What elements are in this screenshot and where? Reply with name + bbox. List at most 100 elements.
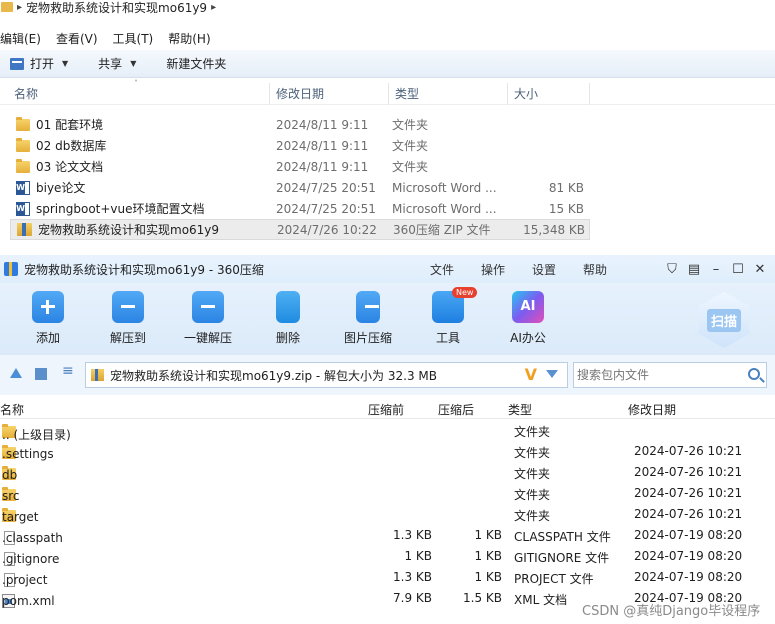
archive-path-text: 宠物救助系统设计和实现mo61y9.zip - 解包大小为 32.3 MB xyxy=(110,368,437,383)
file-type: Microsoft Word ... xyxy=(392,180,497,195)
file-row[interactable]: 01 配套环境 2024/8/11 9:11 文件夹 xyxy=(10,114,590,135)
explorer-address-bar[interactable]: ▸ 宠物救助系统设计和实现mo61y9 ▸ xyxy=(0,0,775,16)
archive-item-type: PROJECT 文件 xyxy=(514,572,594,586)
menu-tools[interactable]: 工具(T) xyxy=(113,30,154,47)
archive-item-original-size: 1 KB xyxy=(474,549,502,563)
column-header-type[interactable]: 类型 xyxy=(508,401,532,418)
add-button[interactable]: 添加 xyxy=(13,291,83,346)
tools-button[interactable]: 工具 xyxy=(413,291,483,346)
folder-icon xyxy=(16,158,30,173)
file-row[interactable]: biye论文 2024/7/25 20:51 Microsoft Word ... 8… xyxy=(10,177,590,198)
extract-to-label: 解压到 xyxy=(109,331,146,345)
up-arrow-icon[interactable] xyxy=(10,368,22,378)
file-row[interactable]: 02 db数据库 2024/8/11 9:11 文件夹 xyxy=(10,135,590,156)
ai-office-button[interactable]: AI AI办公 xyxy=(493,291,563,346)
column-header-type[interactable]: 类型 xyxy=(389,82,508,105)
archive-row[interactable]: src 文件夹 2024-07-26 10:21 xyxy=(0,483,775,504)
open-icon xyxy=(10,57,24,70)
trash-icon xyxy=(276,291,300,323)
file-row[interactable]: springboot+vue环境配置文档 2024/7/25 20:51 Micro… xyxy=(10,198,590,219)
column-header-date[interactable]: 修改日期 xyxy=(628,401,676,418)
file-name-text: biye论文 xyxy=(36,181,86,195)
folder-icon xyxy=(1,2,13,12)
extract-icon xyxy=(112,291,144,323)
archive-item-date: 2024-07-26 10:21 xyxy=(634,507,743,521)
file-date: 2024/7/25 20:51 xyxy=(276,180,376,195)
folder-icon xyxy=(16,116,30,131)
archive-search[interactable] xyxy=(573,362,767,388)
archive-item-date: 2024-07-19 08:20 xyxy=(634,570,743,584)
zip-window: 宠物救助系统设计和实现mo61y9 - 360压缩 文件 操作 设置 帮助 ⛉ … xyxy=(0,255,775,624)
chevron-down-icon: ▼ xyxy=(130,59,137,68)
column-header-original[interactable]: 压缩后 xyxy=(438,401,474,418)
scan-button[interactable]: 扫描 xyxy=(698,291,750,349)
explorer-toolbar: 打开 ▼ 共享 ▼ 新建文件夹 xyxy=(0,50,775,78)
list-view-icon[interactable] xyxy=(62,363,74,380)
minimize-button[interactable]: – xyxy=(705,262,727,277)
zip-titlebar: 宠物救助系统设计和实现mo61y9 - 360压缩 文件 操作 设置 帮助 ⛉ … xyxy=(0,255,775,283)
menu-settings[interactable]: 设置 xyxy=(532,261,556,278)
archive-item-type: CLASSPATH 文件 xyxy=(514,530,611,544)
file-row[interactable]: 宠物救助系统设计和实现mo61y9 2024/7/26 10:22 360压缩 ZI… xyxy=(10,219,590,240)
file-type: Microsoft Word ... xyxy=(392,201,497,216)
menu-file[interactable]: 文件 xyxy=(430,261,454,278)
delete-button[interactable]: 删除 xyxy=(253,291,323,346)
archive-row[interactable]: .classpath 1.3 KB 1 KB CLASSPATH 文件 2024-07-… xyxy=(0,525,775,546)
menu-help[interactable]: 帮助 xyxy=(583,261,607,278)
chevron-right-icon[interactable]: ▸ xyxy=(211,2,216,13)
chevron-down-icon[interactable] xyxy=(546,370,558,378)
close-button[interactable]: ✕ xyxy=(749,262,771,277)
archive-item-date: 2024-07-19 08:20 xyxy=(634,528,743,542)
ai-office-label: AI办公 xyxy=(510,331,546,345)
chevron-right-icon[interactable]: ▸ xyxy=(17,2,22,13)
share-button[interactable]: 共享 ▼ xyxy=(98,55,136,72)
new-badge: New xyxy=(452,287,478,298)
extract-to-button[interactable]: 解压到 xyxy=(93,291,163,346)
image-compress-button[interactable]: 图片压缩 xyxy=(333,291,403,346)
menu-edit[interactable]: 编辑(E) xyxy=(0,30,41,47)
search-icon[interactable] xyxy=(748,368,760,380)
file-type: 文件夹 xyxy=(392,160,429,174)
file-name-text: 01 配套环境 xyxy=(36,118,104,132)
archive-row[interactable]: db 文件夹 2024-07-26 10:21 xyxy=(0,462,775,483)
skin-icon[interactable]: ⛉ xyxy=(661,262,683,277)
v-logo-icon[interactable]: V xyxy=(525,365,537,384)
archive-row[interactable]: .gitignore 1 KB 1 KB GITIGNORE 文件 2024-07-19… xyxy=(0,546,775,567)
add-label: 添加 xyxy=(35,331,60,345)
360zip-app-icon xyxy=(4,262,18,276)
archive-item-type: 文件夹 xyxy=(514,488,551,502)
column-header-name[interactable]: 名称 xyxy=(0,401,24,418)
folder-icon xyxy=(16,137,30,152)
archive-search-input[interactable] xyxy=(577,368,737,382)
file-date: 2024/8/11 9:11 xyxy=(276,138,369,153)
feedback-icon[interactable]: ▤ xyxy=(683,262,705,277)
menu-operation[interactable]: 操作 xyxy=(481,261,505,278)
file-name: 宠物救助系统设计和实现mo61y9 xyxy=(11,221,273,238)
file-name-text: 03 论文文档 xyxy=(36,160,104,174)
maximize-button[interactable]: ☐ xyxy=(727,262,749,277)
one-click-extract-button[interactable]: 一键解压 xyxy=(173,291,243,346)
column-header-compressed[interactable]: 压缩前 xyxy=(368,401,404,418)
column-header-date[interactable]: 修改日期 xyxy=(270,82,389,105)
menu-help[interactable]: 帮助(H) xyxy=(168,30,210,47)
thumbnail-view-icon[interactable] xyxy=(35,368,47,380)
menu-view[interactable]: 查看(V) xyxy=(56,30,98,47)
word-icon xyxy=(16,201,30,216)
zip-window-title: 宠物救助系统设计和实现mo61y9 - 360压缩 xyxy=(24,262,264,277)
archive-item-compressed-size: 7.9 KB xyxy=(393,591,432,605)
archive-item-original-size: 1.5 KB xyxy=(463,591,502,605)
archive-path-field[interactable]: 宠物救助系统设计和实现mo61y9.zip - 解包大小为 32.3 MB V xyxy=(85,362,568,388)
column-header-size[interactable]: 大小 xyxy=(508,82,590,105)
new-folder-button[interactable]: 新建文件夹 xyxy=(166,55,226,72)
archive-item-type: 文件夹 xyxy=(514,467,551,481)
open-button[interactable]: 打开 ▼ xyxy=(10,55,68,72)
archive-row[interactable]: target 文件夹 2024-07-26 10:21 xyxy=(0,504,775,525)
archive-row[interactable]: .. (上级目录) 文件夹 xyxy=(0,420,775,442)
file-row[interactable]: 03 论文文档 2024/8/11 9:11 文件夹 xyxy=(10,156,590,177)
column-header-name[interactable]: 名称 xyxy=(0,82,270,105)
breadcrumb-current[interactable]: 宠物救助系统设计和实现mo61y9 xyxy=(26,0,207,16)
file-size: 15,348 KB xyxy=(523,222,585,237)
explorer-file-list: 01 配套环境 2024/8/11 9:11 文件夹 02 db数据库 2024/8/1… xyxy=(10,114,590,240)
archive-row[interactable]: .project 1.3 KB 1 KB PROJECT 文件 2024-07-19 0… xyxy=(0,567,775,588)
archive-row[interactable]: .settings 文件夹 2024-07-26 10:21 xyxy=(0,441,775,462)
